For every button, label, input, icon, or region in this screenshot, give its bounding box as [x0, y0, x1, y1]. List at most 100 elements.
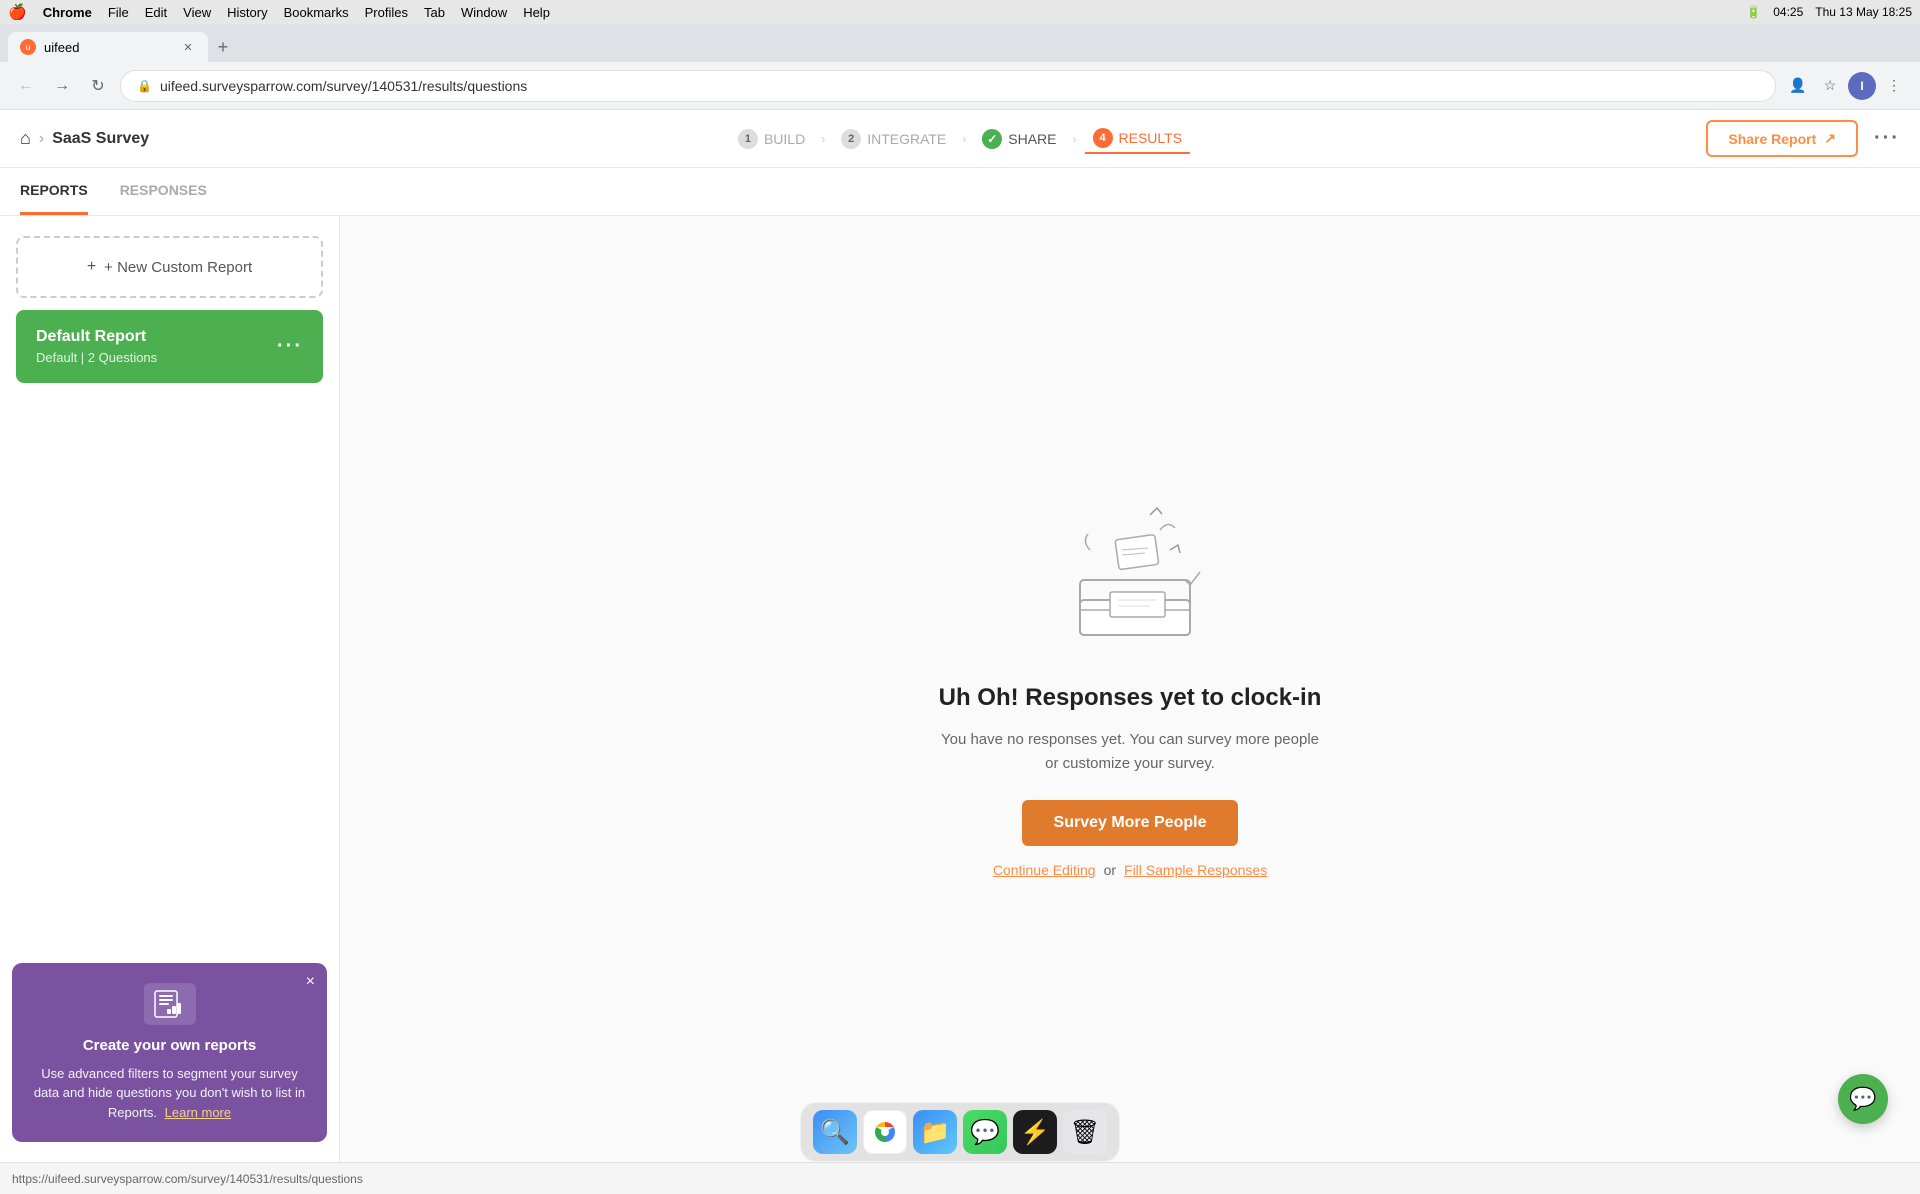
main-content: + + New Custom Report Default Report Def…	[0, 216, 1920, 1162]
chrome-icon-svg	[871, 1118, 899, 1146]
report-icon	[154, 990, 186, 1018]
report-card-info: Default Report Default | 2 Questions	[36, 328, 157, 365]
tab-reports-label: REPORTS	[20, 182, 88, 198]
step-sep-3: ›	[1073, 132, 1077, 146]
address-bar[interactable]: 🔒 uifeed.surveysparrow.com/survey/140531…	[120, 70, 1776, 102]
header-more-button[interactable]: ···	[1874, 127, 1900, 150]
menu-view[interactable]: View	[183, 5, 211, 20]
tab-favicon: u	[20, 39, 36, 55]
continue-editing-link[interactable]: Continue Editing	[993, 862, 1096, 878]
bookmark-star-icon[interactable]: ☆	[1816, 72, 1844, 100]
step-build-label: BUILD	[764, 131, 805, 147]
menu-tab[interactable]: Tab	[424, 5, 445, 20]
new-report-plus-icon: +	[87, 258, 96, 276]
menu-profiles[interactable]: Profiles	[365, 5, 408, 20]
tab-close-button[interactable]: ✕	[180, 39, 196, 55]
step-share-num: ✓	[982, 129, 1002, 149]
step-results-num: 4	[1093, 128, 1113, 148]
back-button[interactable]: ←	[12, 72, 40, 100]
step-integrate-num: 2	[841, 129, 861, 149]
forward-button[interactable]: →	[48, 72, 76, 100]
chat-widget-icon: 💬	[1849, 1086, 1876, 1112]
or-text: or	[1104, 862, 1116, 878]
empty-state-title: Uh Oh! Responses yet to clock-in	[939, 684, 1322, 712]
status-url: https://uifeed.surveysparrow.com/survey/…	[12, 1172, 363, 1186]
incognito-icon: 👤	[1784, 72, 1812, 100]
menu-edit[interactable]: Edit	[145, 5, 167, 20]
empty-state-svg	[1060, 500, 1220, 670]
new-report-label: + New Custom Report	[104, 259, 252, 276]
tooltip-title: Create your own reports	[32, 1037, 307, 1054]
battery-icon: 🔋	[1746, 5, 1761, 19]
tooltip-link[interactable]: Learn more	[165, 1105, 231, 1120]
menubar-time: 04:25	[1773, 5, 1803, 19]
menu-bookmarks[interactable]: Bookmarks	[284, 5, 349, 20]
step-sep-1: ›	[821, 132, 825, 146]
dock-app5-icon[interactable]: ⚡	[1013, 1110, 1057, 1154]
breadcrumb-separator: ›	[39, 130, 44, 148]
tooltip-popup: × Create your own reports	[12, 963, 327, 1143]
step-share[interactable]: ✓ SHARE	[974, 125, 1064, 153]
new-tab-button[interactable]: +	[208, 32, 238, 62]
lock-icon: 🔒	[137, 79, 152, 93]
chat-widget-button[interactable]: 💬	[1838, 1074, 1888, 1124]
fill-sample-link[interactable]: Fill Sample Responses	[1124, 862, 1267, 878]
chrome-menu-icon[interactable]: ⋮	[1880, 72, 1908, 100]
survey-name: SaaS Survey	[52, 130, 149, 148]
menubar-date: Thu 13 May 18:25	[1815, 5, 1912, 19]
home-icon[interactable]: ⌂	[20, 128, 31, 149]
empty-state-links: Continue Editing or Fill Sample Response…	[993, 862, 1267, 878]
tabs-bar: REPORTS RESPONSES	[0, 168, 1920, 216]
tooltip-close-button[interactable]: ×	[306, 973, 315, 991]
report-card-more-button[interactable]: ···	[277, 335, 303, 358]
new-custom-report-button[interactable]: + + New Custom Report	[16, 236, 323, 298]
survey-more-people-button[interactable]: Survey More People	[1022, 800, 1239, 846]
dock-finder-files-icon[interactable]: 📁	[913, 1110, 957, 1154]
reload-button[interactable]: ↻	[84, 72, 112, 100]
survey-more-label: Survey More People	[1054, 814, 1207, 831]
step-build-num: 1	[738, 129, 758, 149]
step-build[interactable]: 1 BUILD	[730, 125, 813, 153]
chrome-right-icons: 👤 ☆ I ⋮	[1784, 72, 1908, 100]
dock-messages-icon[interactable]: 💬	[963, 1110, 1007, 1154]
chrome-tabbar: u uifeed ✕ +	[0, 24, 1920, 62]
dock-chrome-icon[interactable]	[863, 1110, 907, 1154]
step-integrate[interactable]: 2 INTEGRATE	[833, 125, 954, 153]
empty-illustration	[1060, 500, 1200, 660]
app-header: ⌂ › SaaS Survey 1 BUILD › 2 INTEGRATE › …	[0, 110, 1920, 168]
browser-tab[interactable]: u uifeed ✕	[8, 32, 208, 62]
tab-responses[interactable]: RESPONSES	[120, 167, 207, 215]
sidebar: + + New Custom Report Default Report Def…	[0, 216, 340, 1162]
menu-help[interactable]: Help	[523, 5, 550, 20]
report-card-meta: Default | 2 Questions	[36, 350, 157, 365]
share-report-button[interactable]: Share Report ↗	[1706, 120, 1858, 157]
dock-app6-icon[interactable]: 🗑	[1063, 1110, 1107, 1154]
step-results-label: RESULTS	[1119, 130, 1183, 146]
menu-history[interactable]: History	[227, 5, 267, 20]
step-sep-2: ›	[962, 132, 966, 146]
menu-window[interactable]: Window	[461, 5, 507, 20]
menu-chrome[interactable]: Chrome	[43, 5, 92, 20]
share-report-label: Share Report	[1728, 131, 1816, 147]
address-text: uifeed.surveysparrow.com/survey/140531/r…	[160, 78, 1759, 94]
dock-finder-icon[interactable]: 🔍	[813, 1110, 857, 1154]
tooltip-text: Use advanced filters to segment your sur…	[32, 1064, 307, 1123]
breadcrumb: ⌂ › SaaS Survey	[20, 128, 149, 149]
share-report-icon: ↗	[1824, 130, 1836, 147]
default-report-card[interactable]: Default Report Default | 2 Questions ···	[16, 310, 323, 383]
step-results[interactable]: 4 RESULTS	[1085, 124, 1191, 154]
tab-reports[interactable]: REPORTS	[20, 167, 88, 215]
menu-file[interactable]: File	[108, 5, 129, 20]
empty-state: Uh Oh! Responses yet to clock-in You hav…	[340, 216, 1920, 1162]
chrome-addressbar: ← → ↻ 🔒 uifeed.surveysparrow.com/survey/…	[0, 62, 1920, 110]
tooltip-icon-box	[144, 983, 196, 1025]
step-share-label: SHARE	[1008, 131, 1056, 147]
tooltip-icon-container	[32, 983, 307, 1025]
profile-button[interactable]: I	[1848, 72, 1876, 100]
empty-state-subtitle: You have no responses yet. You can surve…	[940, 728, 1320, 776]
apple-logo[interactable]: 🍎	[8, 3, 27, 21]
mac-menubar: 🍎 Chrome File Edit View History Bookmark…	[0, 0, 1920, 24]
status-bar: https://uifeed.surveysparrow.com/survey/…	[0, 1162, 1920, 1194]
report-card-name: Default Report	[36, 328, 157, 346]
tab-responses-label: RESPONSES	[120, 182, 207, 198]
